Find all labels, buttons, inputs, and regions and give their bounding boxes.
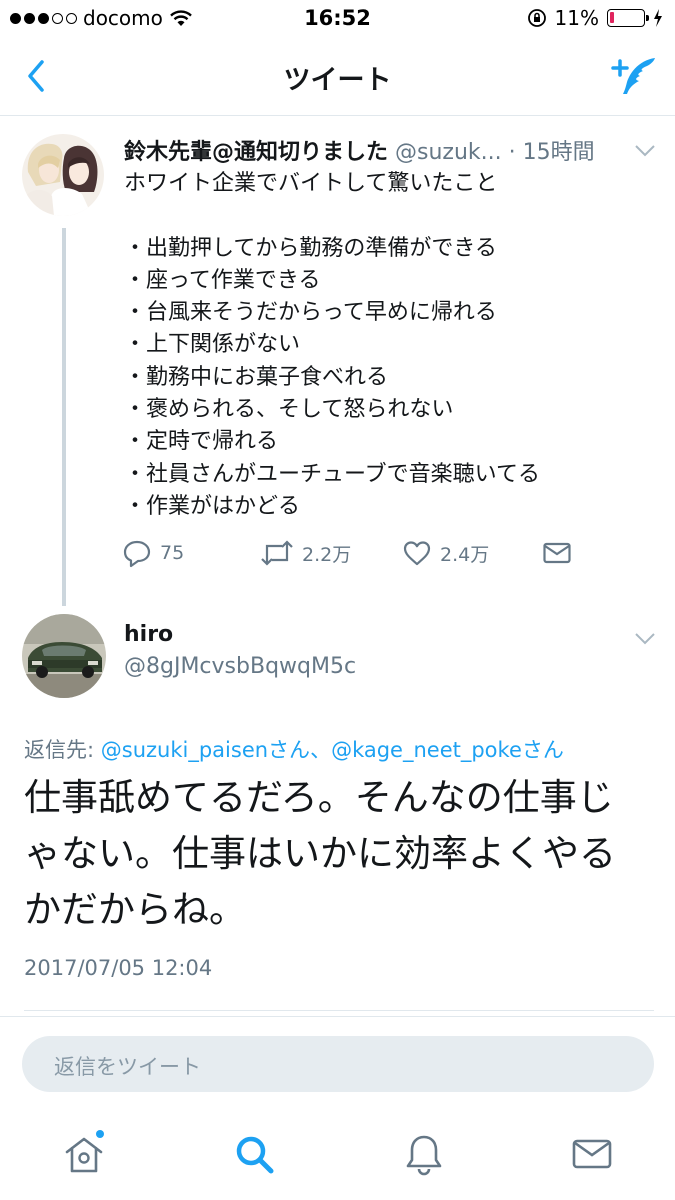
reply-count: 75 (160, 542, 185, 564)
mention-link[interactable]: @suzuki_paisenさん (101, 738, 310, 762)
compose-tweet-icon[interactable] (609, 54, 657, 98)
retweet-count: 2.2万 (302, 543, 352, 566)
chevron-down-icon[interactable] (634, 632, 656, 646)
author-handle[interactable]: @suzuk... (395, 140, 502, 165)
mention-link[interactable]: @kage_neet_pokeさん (331, 738, 564, 762)
tweet-actions: 75 2.2万 2.4万 (122, 538, 582, 574)
tab-bar (0, 1118, 675, 1200)
divider (0, 1016, 675, 1017)
like-button[interactable]: 2.4万 (402, 538, 489, 568)
reply-placeholder: 返信をツイート (54, 1055, 201, 1079)
battery-percent: 11% (554, 6, 599, 30)
search-icon[interactable] (232, 1132, 276, 1176)
reply-line: 仕事舐めてるだろ。そんなの仕事じ (24, 776, 614, 819)
reply-author-name[interactable]: hiro (124, 622, 173, 647)
avatar[interactable] (22, 614, 106, 698)
chevron-down-icon[interactable] (634, 144, 656, 158)
thread-connector (62, 228, 66, 606)
tweet-line (124, 200, 654, 232)
heart-icon (403, 541, 431, 566)
tweet-timestamp: 2017/07/05 12:04 (24, 956, 213, 980)
tweet-line: ・出勤押してから勤務の準備ができる (124, 235, 497, 261)
orientation-lock-icon (527, 9, 546, 27)
reply-icon (123, 540, 151, 568)
mention-separator: 、 (310, 738, 332, 762)
replying-to-label: 返信先: (24, 738, 101, 762)
reply-author-handle[interactable]: @8gJMcvsbBqwqM5c (124, 654, 356, 679)
charging-icon (654, 9, 662, 27)
new-content-dot (96, 1130, 104, 1138)
tweet-line: ・作業がはかどる (124, 493, 301, 519)
navigation-bar: ツイート (0, 38, 675, 116)
reply-compose-input[interactable]: 返信をツイート (22, 1036, 654, 1092)
tweet-line: ・台風来そうだからって早めに帰れる (124, 300, 497, 326)
battery-icon (607, 9, 649, 27)
reply-text: 仕事舐めてるだろ。そんなの仕事じ ゃない。仕事はいかに効率よくやる かだからね。 (24, 770, 654, 938)
like-count: 2.4万 (440, 543, 490, 566)
tweet-line: ・勤務中にお菓子食べれる (124, 364, 389, 390)
retweet-icon (261, 540, 293, 566)
tweet-line: ・座って作業できる (124, 267, 321, 293)
tweet-text: ホワイト企業でバイトして驚いたこと ・出勤押してから勤務の準備ができる ・座って… (124, 168, 654, 523)
home-icon[interactable] (62, 1132, 106, 1176)
divider (24, 1010, 654, 1011)
reply-button[interactable]: 75 (122, 538, 184, 568)
retweet-button[interactable]: 2.2万 (260, 538, 351, 568)
author-name[interactable]: 鈴木先輩@通知切りました (124, 140, 388, 165)
bell-icon[interactable] (402, 1132, 446, 1176)
tweet-line: ・定時で帰れる (124, 429, 279, 455)
tweet-line: ・社員さんがユーチューブで音楽聴いてる (124, 461, 541, 487)
envelope-icon (543, 542, 571, 564)
tweet-line: ホワイト企業でバイトして驚いたこと (124, 171, 498, 196)
tweet-age: · 15時間 (508, 140, 595, 165)
tweet-line: ・褒められる、そして怒られない (124, 397, 454, 423)
page-title: ツイート (283, 65, 392, 96)
tweet-header: 鈴木先輩@通知切りました @suzuk... · 15時間 (124, 134, 624, 166)
status-bar: docomo 16:52 11% (0, 0, 675, 38)
tweet-line: ・上下関係がない (124, 332, 301, 358)
replying-to: 返信先: @suzuki_paisenさん、@kage_neet_pokeさん (24, 734, 564, 764)
avatar[interactable] (22, 134, 104, 216)
direct-message-button[interactable] (542, 538, 572, 568)
reply-line: ゃない。仕事はいかに効率よくやる (24, 832, 616, 875)
reply-line: かだからね。 (24, 888, 246, 931)
messages-envelope-icon[interactable] (570, 1132, 614, 1176)
status-right: 11% (527, 6, 663, 30)
